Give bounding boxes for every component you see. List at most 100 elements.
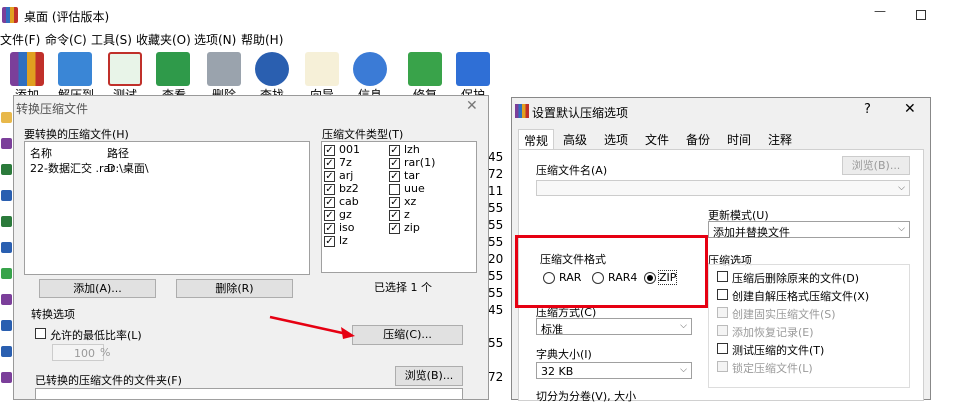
- browse-button[interactable]: 浏览(B)...: [842, 156, 910, 175]
- file-name-cell[interactable]: 22-数据汇交 .rar: [30, 160, 115, 176]
- lock-checkbox[interactable]: [717, 361, 728, 372]
- type-label: xz: [404, 195, 417, 208]
- tab-time[interactable]: 时间: [722, 129, 756, 149]
- convert-archives-dialog: 转换压缩文件 ✕ 要转换的压缩文件(H) 名称 路径 22-数据汇交 .rar …: [13, 95, 489, 400]
- chevron-down-icon: ⌵: [898, 224, 905, 234]
- archive-file-list[interactable]: 名称 路径 22-数据汇交 .rar D:\桌面\: [24, 141, 310, 275]
- close-icon[interactable]: ✕: [904, 101, 916, 117]
- type-checkbox[interactable]: ✓: [389, 145, 400, 156]
- archive-name-input[interactable]: ⌵: [536, 180, 910, 196]
- menu-bar: 文件(F) 命令(C) 工具(S) 收藏夹(O) 选项(N) 帮助(H): [0, 30, 960, 49]
- update-mode-select[interactable]: 添加并替换文件 ⌵: [708, 221, 910, 239]
- highlight-box: [515, 235, 708, 308]
- type-label: arj: [339, 169, 354, 182]
- solid-checkbox[interactable]: [717, 307, 728, 318]
- folder-label: 已转换的压缩文件的文件夹(F): [35, 374, 182, 387]
- ratio-value: 100: [74, 347, 95, 360]
- compress-button[interactable]: 压缩(C)...: [352, 325, 463, 345]
- type-label: cab: [339, 195, 359, 208]
- method-select[interactable]: 标准 ⌵: [536, 318, 692, 336]
- type-checkbox[interactable]: ✓: [324, 210, 335, 221]
- tab-files[interactable]: 文件: [640, 129, 674, 149]
- file-path-cell[interactable]: D:\桌面\: [107, 160, 149, 176]
- type-label: lzh: [404, 143, 420, 156]
- column-path[interactable]: 路径: [107, 145, 129, 161]
- menu-help[interactable]: 帮助(H): [241, 31, 283, 48]
- tab-backup[interactable]: 备份: [681, 129, 715, 149]
- view-book-icon[interactable]: [156, 52, 190, 86]
- type-checkbox[interactable]: ✓: [324, 171, 335, 182]
- type-checkbox[interactable]: ✓: [389, 158, 400, 169]
- options-label: 转换选项: [31, 308, 75, 321]
- arrow-line: [269, 315, 348, 336]
- help-button[interactable]: ?: [864, 102, 871, 117]
- type-checkbox[interactable]: [389, 184, 400, 195]
- option-label: 锁定压缩文件(L): [732, 362, 813, 375]
- type-checkbox[interactable]: ✓: [324, 236, 335, 247]
- sfx-checkbox[interactable]: [717, 289, 728, 300]
- title-bar: 桌面 (评估版本) —: [0, 0, 960, 30]
- tab-options[interactable]: 选项: [599, 129, 633, 149]
- type-checkbox[interactable]: ✓: [324, 197, 335, 208]
- repair-icon[interactable]: [408, 52, 442, 86]
- types-label: 压缩文件类型(T): [322, 128, 404, 141]
- type-checkbox[interactable]: ✓: [389, 171, 400, 182]
- method-value: 标准: [541, 323, 563, 336]
- type-checkbox[interactable]: ✓: [324, 158, 335, 169]
- find-magnifier-icon[interactable]: [255, 52, 289, 86]
- size-value: 55: [488, 201, 504, 215]
- test-checklist-icon[interactable]: [108, 52, 142, 86]
- excel-file-icon: [1, 164, 12, 175]
- protect-shield-icon[interactable]: [456, 52, 490, 86]
- delete-button[interactable]: 删除(R): [176, 279, 293, 298]
- word-file-icon: [1, 242, 12, 253]
- dictionary-label: 字典大小(I): [536, 348, 592, 361]
- ratio-input[interactable]: 100: [52, 344, 104, 361]
- size-value: 20: [488, 252, 504, 266]
- type-checkbox[interactable]: ✓: [389, 197, 400, 208]
- type-checkbox[interactable]: ✓: [324, 145, 335, 156]
- wizard-wand-icon[interactable]: [305, 52, 339, 86]
- dictionary-select[interactable]: 32 KB ⌵: [536, 362, 692, 379]
- app-file-icon: [1, 268, 12, 279]
- delete-after-checkbox[interactable]: [717, 271, 728, 282]
- add-button[interactable]: 添加(A)...: [39, 279, 156, 298]
- menu-command[interactable]: 命令(C): [45, 31, 87, 48]
- type-checkbox[interactable]: ✓: [389, 210, 400, 221]
- option-label: 压缩后删除原来的文件(D): [732, 272, 860, 285]
- recovery-checkbox[interactable]: [717, 325, 728, 336]
- type-checkbox[interactable]: ✓: [389, 223, 400, 234]
- column-name[interactable]: 名称: [30, 145, 52, 161]
- size-value: 55: [488, 218, 504, 232]
- min-ratio-label: 允许的最低比率(L): [50, 329, 142, 342]
- menu-file[interactable]: 文件(F): [0, 31, 40, 48]
- selected-count: 已选择 1 个: [374, 281, 432, 294]
- extract-folder-icon[interactable]: [58, 52, 92, 86]
- browse-button[interactable]: 浏览(B)...: [395, 366, 463, 386]
- add-icon[interactable]: [10, 52, 44, 86]
- size-value: 55: [488, 235, 504, 249]
- test-checkbox[interactable]: [717, 343, 728, 354]
- tab-general[interactable]: 常规: [518, 129, 555, 149]
- size-value: 55: [488, 286, 504, 300]
- maximize-button[interactable]: [912, 4, 932, 24]
- info-icon[interactable]: [353, 52, 387, 86]
- delete-trash-icon[interactable]: [207, 52, 241, 86]
- menu-tools[interactable]: 工具(S): [91, 31, 132, 48]
- type-checkbox[interactable]: ✓: [324, 223, 335, 234]
- dictionary-value: 32 KB: [541, 365, 574, 378]
- tab-comment[interactable]: 注释: [763, 129, 797, 149]
- close-icon[interactable]: ✕: [466, 98, 478, 114]
- minimize-button[interactable]: —: [870, 4, 890, 24]
- chevron-down-icon: ⌵: [680, 321, 687, 331]
- winrar-app-icon: [2, 7, 18, 23]
- option-label: 添加恢复记录(E): [732, 326, 814, 339]
- tab-advanced[interactable]: 高级: [558, 129, 592, 149]
- ratio-unit: %: [100, 346, 111, 359]
- menu-options[interactable]: 选项(N): [194, 31, 236, 48]
- folder-input[interactable]: [35, 388, 463, 400]
- size-value: 55: [488, 336, 504, 350]
- type-checkbox[interactable]: ✓: [324, 184, 335, 195]
- menu-favorites[interactable]: 收藏夹(O): [136, 31, 191, 48]
- min-ratio-checkbox[interactable]: [35, 328, 46, 339]
